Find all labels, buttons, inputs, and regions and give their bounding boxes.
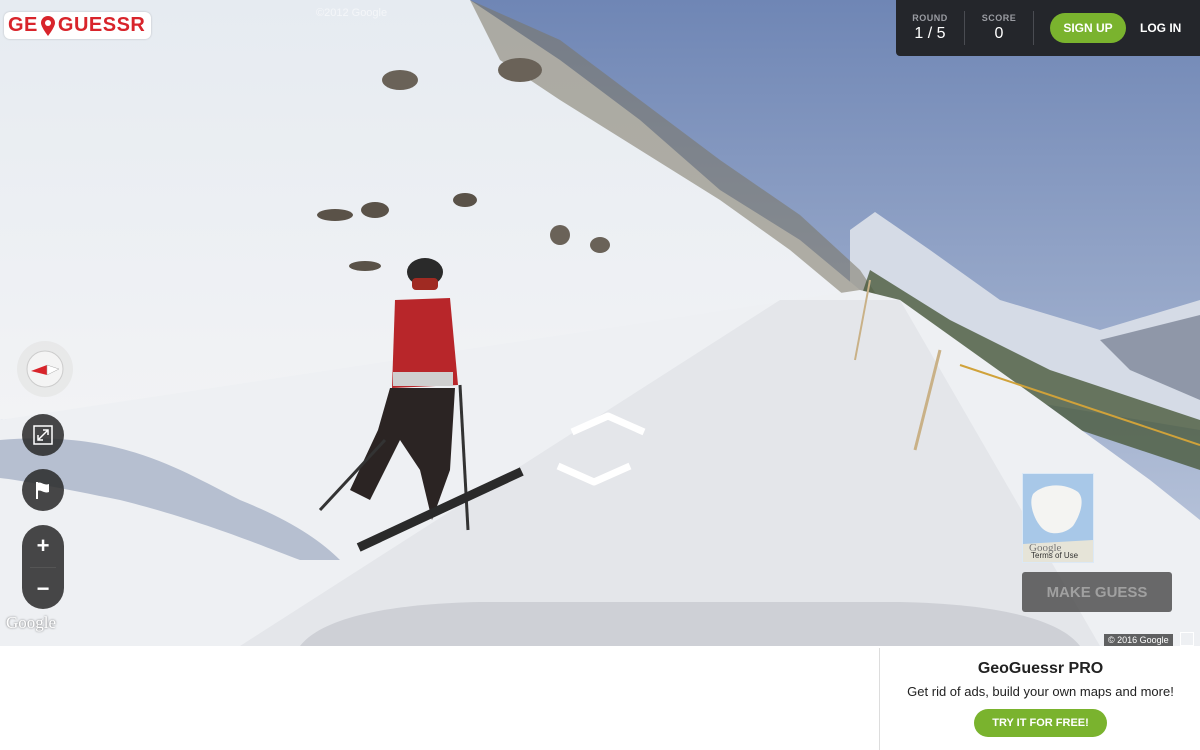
logo-text-right: GUESSR (57, 14, 146, 36)
try-free-button[interactable]: TRY IT FOR FREE! (974, 709, 1107, 737)
minimap-terms-link[interactable]: Terms of Use (1031, 551, 1078, 560)
geoguessr-logo[interactable]: GE GUESSR (4, 12, 152, 39)
round-value: 1 / 5 (914, 25, 946, 42)
round-stat: ROUND 1 / 5 (896, 13, 964, 43)
compass-control[interactable] (17, 341, 73, 397)
score-label: SCORE (981, 13, 1017, 23)
guess-minimap[interactable]: Google Terms of Use (1022, 473, 1094, 563)
make-guess-button[interactable]: MAKE GUESS (1022, 572, 1172, 612)
flag-icon (36, 482, 49, 499)
promo-title: GeoGuessr PRO (977, 660, 1104, 677)
header-divider (1033, 11, 1034, 45)
pro-promo-panel: GeoGuessr PRO Get rid of ads, build your… (879, 648, 1200, 750)
fullscreen-button[interactable] (22, 414, 64, 456)
game-header: ROUND 1 / 5 SCORE 0 SIGN UP LOG IN (896, 0, 1200, 56)
score-stat: SCORE 0 (965, 13, 1033, 43)
login-link[interactable]: LOG IN (1140, 21, 1181, 35)
street-view-panorama[interactable]: ©2012 Google GE GUESSR + − Google Google… (0, 0, 1200, 646)
round-label: ROUND (912, 13, 948, 23)
panorama-scene (0, 0, 1200, 646)
location-pin-icon (40, 15, 55, 36)
signup-button[interactable]: SIGN UP (1050, 13, 1126, 43)
google-logo: Google (6, 613, 57, 632)
top-watermark: ©2012 Google (316, 7, 388, 19)
map-copyright: © 2016 Google (1104, 634, 1173, 646)
zoom-out-button[interactable]: − (22, 568, 64, 610)
logo-text-left: GE (8, 14, 38, 36)
zoom-in-button[interactable]: + (22, 525, 64, 567)
promo-subtitle: Get rid of ads, build your own maps and … (907, 684, 1174, 699)
return-to-start-button[interactable] (22, 469, 64, 511)
report-problem-icon[interactable] (1180, 632, 1194, 646)
zoom-control: + − (22, 525, 64, 609)
score-value: 0 (994, 25, 1004, 42)
collapse-arrows-icon (33, 425, 53, 445)
compass-icon (26, 350, 64, 388)
